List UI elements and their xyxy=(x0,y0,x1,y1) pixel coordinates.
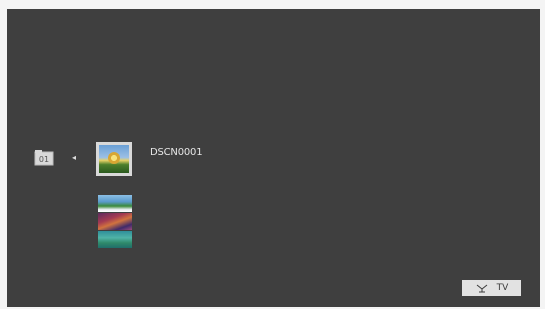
thumbnail-festival[interactable] xyxy=(98,213,132,230)
selected-thumbnail[interactable] xyxy=(96,142,132,176)
thumbnail-beach[interactable] xyxy=(98,195,132,212)
playback-screen: 01 ◂ DSCN0001 TV xyxy=(7,9,540,307)
thumbnail-underwater[interactable] xyxy=(98,231,132,248)
svg-text:01: 01 xyxy=(39,155,49,164)
sunflower-image xyxy=(108,152,120,164)
tv-button[interactable]: TV xyxy=(462,280,521,296)
folder-icon[interactable]: 01 xyxy=(34,149,54,166)
antenna-icon xyxy=(475,283,489,293)
left-arrow-icon[interactable]: ◂ xyxy=(69,151,79,163)
thumbnail-list xyxy=(98,195,132,249)
file-name-label: DSCN0001 xyxy=(150,147,203,158)
tv-button-label: TV xyxy=(496,283,509,293)
